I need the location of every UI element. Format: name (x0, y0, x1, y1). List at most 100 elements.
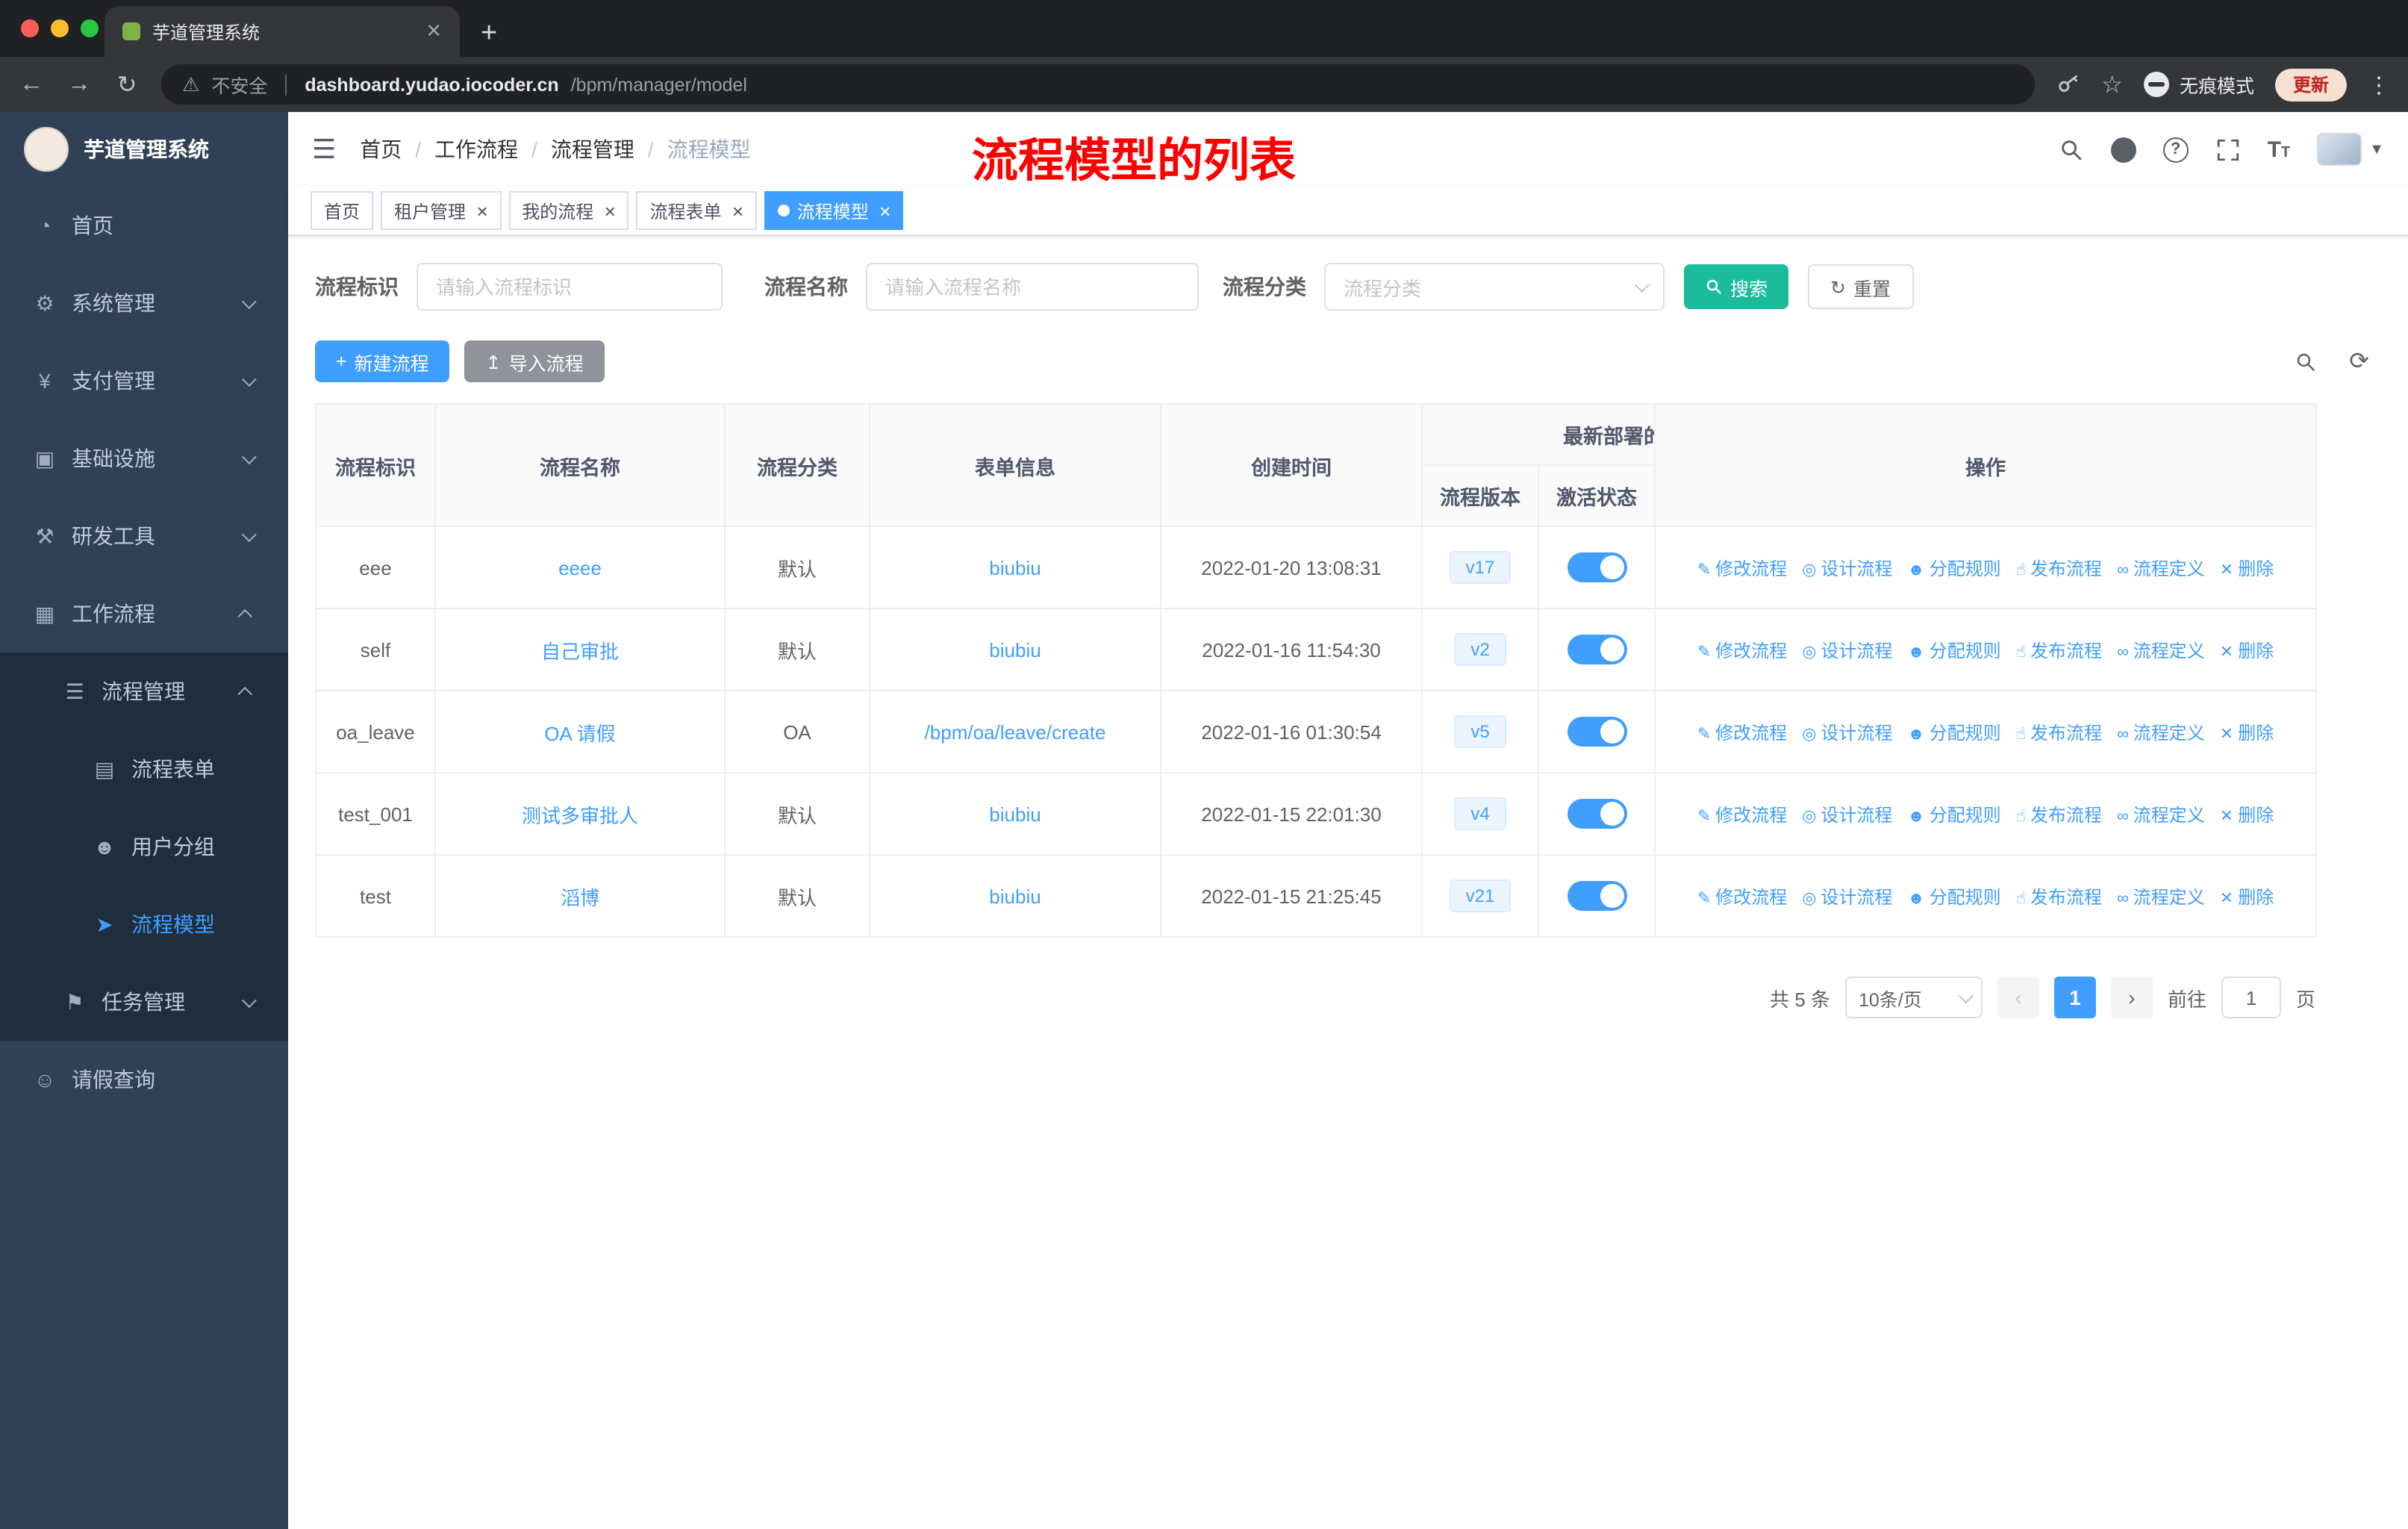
breadcrumb-item[interactable]: 首页 (360, 134, 402, 164)
hamburger-icon[interactable]: ☰ (312, 134, 336, 165)
bookmark-star-icon[interactable]: ☆ (2101, 69, 2123, 99)
version-badge[interactable]: v2 (1454, 633, 1506, 666)
process-name-input[interactable] (866, 263, 1199, 311)
refresh-icon[interactable]: ⟳ (2349, 346, 2369, 376)
key-icon[interactable] (2055, 72, 2080, 97)
prev-page-button[interactable]: ‹ (1997, 977, 2039, 1018)
sidebar-item-工作流程[interactable]: ▦ 工作流程 (0, 575, 288, 653)
github-icon[interactable] (2110, 137, 2136, 162)
form-link[interactable]: biubiu (989, 803, 1041, 825)
active-toggle[interactable] (1567, 635, 1626, 664)
form-link[interactable]: /bpm/oa/leave/create (925, 720, 1106, 743)
action-分配规则[interactable]: ☻ 分配规则 (1907, 883, 2000, 909)
action-流程定义[interactable]: ∞ 流程定义 (2117, 555, 2205, 580)
search-icon[interactable] (2059, 137, 2084, 162)
version-badge[interactable]: v21 (1449, 879, 1512, 912)
active-toggle[interactable] (1567, 552, 1626, 582)
version-badge[interactable]: v17 (1449, 551, 1512, 584)
active-toggle[interactable] (1567, 881, 1626, 911)
action-修改流程[interactable]: ✎ 修改流程 (1697, 555, 1787, 580)
help-icon[interactable]: ? (2162, 137, 2189, 162)
form-link[interactable]: biubiu (989, 556, 1041, 579)
view-tag-租户管理[interactable]: 租户管理 × (381, 191, 502, 230)
model-name-link[interactable]: 滔博 (561, 886, 599, 909)
security-label[interactable]: 不安全 (211, 70, 267, 99)
import-process-button[interactable]: ↥ 导入流程 (464, 340, 605, 382)
action-发布流程[interactable]: ☝ 发布流程 (2016, 801, 2102, 826)
action-修改流程[interactable]: ✎ 修改流程 (1697, 637, 1787, 662)
action-删除[interactable]: ✕ 删除 (2220, 801, 2274, 826)
sidebar-item-用户分组[interactable]: ☻ 用户分组 (0, 808, 288, 885)
action-删除[interactable]: ✕ 删除 (2220, 719, 2274, 744)
category-select[interactable]: 流程分类 (1324, 263, 1665, 311)
sidebar-item-首页[interactable]: ◔ 首页 (0, 187, 288, 264)
action-设计流程[interactable]: ◎ 设计流程 (1802, 801, 1892, 826)
model-name-link[interactable]: 自己审批 (541, 640, 619, 662)
version-badge[interactable]: v4 (1454, 797, 1506, 830)
close-tag-icon[interactable]: × (732, 201, 743, 220)
form-link[interactable]: biubiu (989, 638, 1041, 661)
action-分配规则[interactable]: ☻ 分配规则 (1907, 719, 2000, 744)
update-button[interactable]: 更新 (2274, 68, 2347, 101)
goto-page-input[interactable] (2221, 977, 2281, 1018)
sidebar-item-流程模型[interactable]: ➤ 流程模型 (0, 885, 288, 963)
view-tag-我的流程[interactable]: 我的流程 × (508, 191, 629, 230)
action-删除[interactable]: ✕ 删除 (2220, 883, 2274, 909)
page-1-button[interactable]: 1 (2053, 977, 2096, 1018)
close-tag-icon[interactable]: × (879, 201, 890, 220)
action-发布流程[interactable]: ☝ 发布流程 (2016, 555, 2102, 580)
minimize-window-button[interactable] (51, 19, 69, 37)
action-分配规则[interactable]: ☻ 分配规则 (1907, 555, 2000, 580)
sidebar-item-系统管理[interactable]: ⚙ 系统管理 (0, 264, 288, 342)
action-流程定义[interactable]: ∞ 流程定义 (2117, 801, 2205, 826)
close-window-button[interactable] (21, 19, 39, 37)
action-设计流程[interactable]: ◎ 设计流程 (1802, 719, 1892, 744)
close-tab-icon[interactable]: ✕ (425, 19, 442, 43)
process-key-input[interactable] (417, 263, 723, 311)
breadcrumb-item[interactable]: 流程管理 (551, 134, 634, 164)
view-tag-流程表单[interactable]: 流程表单 × (636, 191, 757, 230)
next-page-button[interactable]: › (2110, 977, 2153, 1018)
search-button[interactable]: 搜索 (1684, 264, 1789, 309)
sidebar-item-请假查询[interactable]: ☺ 请假查询 (0, 1041, 288, 1118)
action-设计流程[interactable]: ◎ 设计流程 (1802, 637, 1892, 662)
model-name-link[interactable]: OA 请假 (544, 722, 615, 744)
action-修改流程[interactable]: ✎ 修改流程 (1697, 883, 1787, 909)
action-设计流程[interactable]: ◎ 设计流程 (1802, 555, 1892, 580)
model-name-link[interactable]: 测试多审批人 (522, 804, 638, 826)
action-设计流程[interactable]: ◎ 设计流程 (1802, 883, 1892, 909)
close-tag-icon[interactable]: × (476, 201, 487, 220)
create-process-button[interactable]: + 新建流程 (315, 340, 450, 382)
sidebar-item-研发工具[interactable]: ⚒ 研发工具 (0, 497, 288, 575)
reload-icon[interactable]: ↻ (113, 69, 140, 99)
view-tag-流程模型[interactable]: 流程模型 × (764, 191, 904, 230)
action-流程定义[interactable]: ∞ 流程定义 (2117, 719, 2205, 744)
browser-menu-icon[interactable]: ⋮ (2368, 71, 2390, 98)
action-流程定义[interactable]: ∞ 流程定义 (2117, 637, 2205, 662)
action-流程定义[interactable]: ∞ 流程定义 (2117, 883, 2205, 909)
zoom-window-button[interactable] (81, 19, 99, 37)
action-修改流程[interactable]: ✎ 修改流程 (1697, 801, 1787, 826)
sidebar-item-任务管理[interactable]: ⚑ 任务管理 (0, 963, 288, 1041)
sidebar-item-基础设施[interactable]: ▣ 基础设施 (0, 420, 288, 497)
back-icon[interactable]: ← (18, 71, 45, 98)
page-size-select[interactable]: 10条/页 (1844, 977, 1983, 1018)
reset-button[interactable]: ↻ 重置 (1808, 264, 1914, 309)
version-badge[interactable]: v5 (1454, 715, 1506, 748)
action-发布流程[interactable]: ☝ 发布流程 (2016, 883, 2102, 909)
sidebar-logo[interactable]: 芋道管理系统 (0, 112, 288, 187)
search-icon[interactable] (2294, 350, 2316, 373)
view-tag-首页[interactable]: 首页 (311, 191, 374, 230)
sidebar-item-流程表单[interactable]: ▤ 流程表单 (0, 730, 288, 808)
address-bar[interactable]: ⚠ 不安全 dashboard.yudao.iocoder.cn/bpm/man… (161, 64, 2035, 105)
active-toggle[interactable] (1567, 799, 1626, 829)
browser-tab[interactable]: 芋道管理系统 ✕ (105, 6, 460, 57)
active-toggle[interactable] (1567, 717, 1626, 747)
breadcrumb-item[interactable]: 工作流程 (434, 134, 518, 164)
action-发布流程[interactable]: ☝ 发布流程 (2016, 637, 2102, 662)
action-分配规则[interactable]: ☻ 分配规则 (1907, 637, 2000, 662)
font-size-icon[interactable]: TT (2268, 137, 2291, 162)
action-发布流程[interactable]: ☝ 发布流程 (2016, 719, 2102, 744)
form-link[interactable]: biubiu (989, 885, 1041, 907)
action-分配规则[interactable]: ☻ 分配规则 (1907, 801, 2000, 826)
